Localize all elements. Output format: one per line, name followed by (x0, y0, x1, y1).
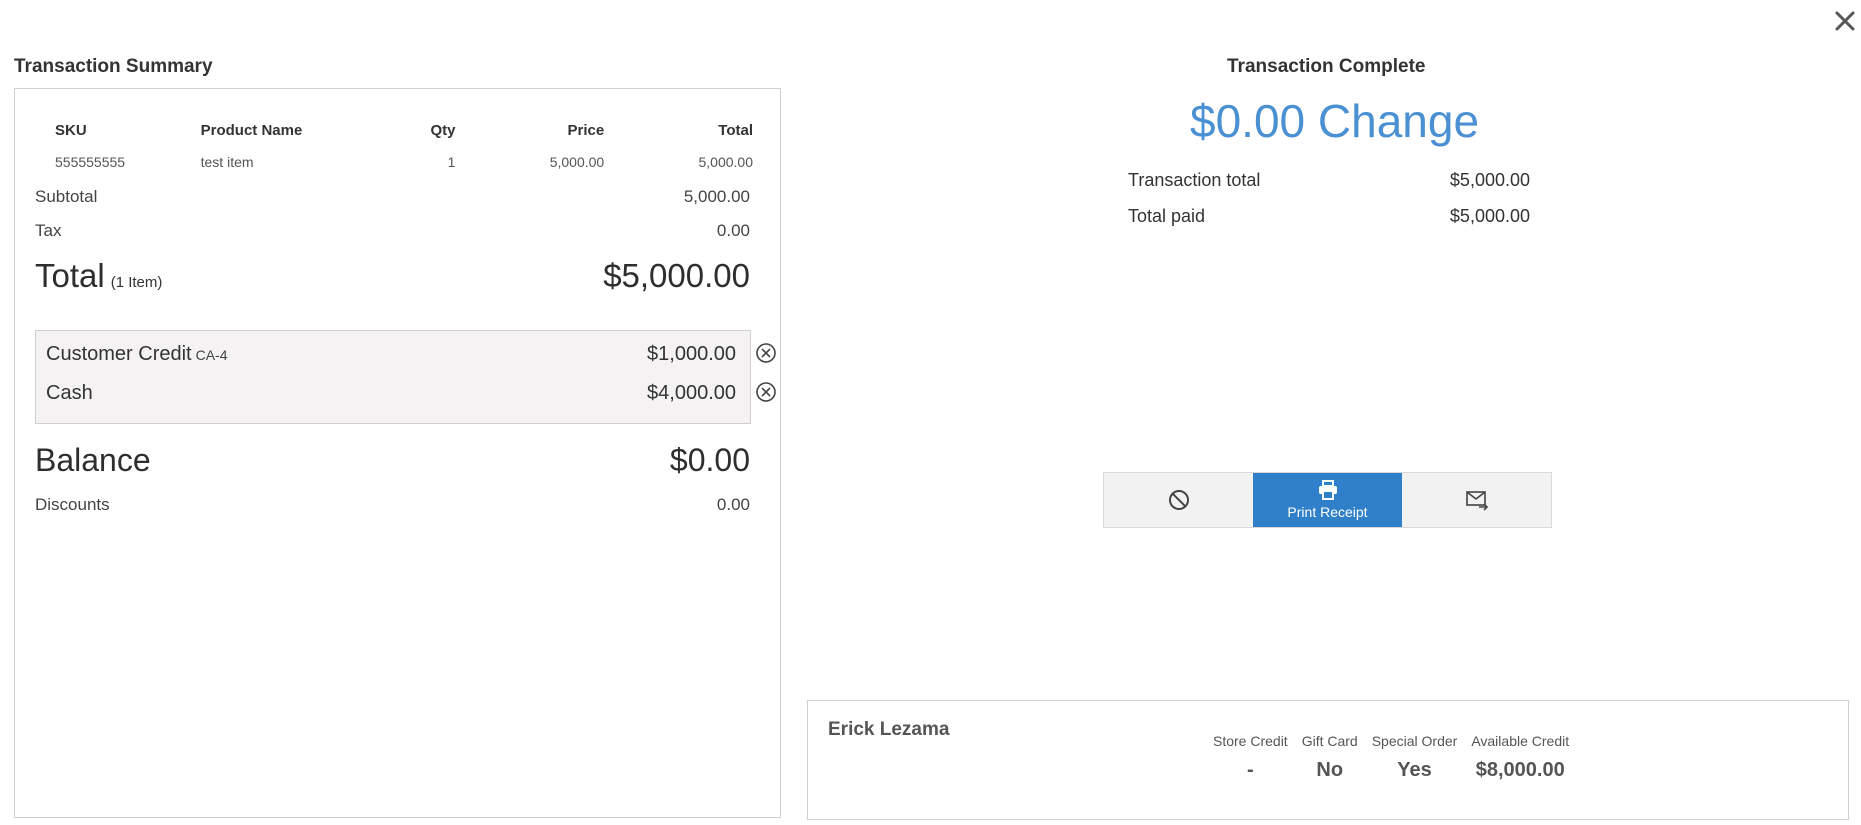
stat-label: Store Credit (1213, 733, 1288, 749)
email-send-icon (1465, 491, 1488, 511)
close-icon (1835, 11, 1855, 31)
table-row: 555555555 test item 1 5,000.00 5,000.00 (35, 145, 759, 179)
table-header-row: SKU Product Name Qty Price Total (35, 115, 759, 145)
balance-value: $0.00 (669, 442, 750, 478)
stat-label: Available Credit (1471, 733, 1570, 749)
total-paid-value: $5,000.00 (1449, 206, 1530, 226)
total-paid-label: Total paid (1128, 206, 1206, 226)
cell-qty: 1 (447, 154, 456, 170)
receipt-actions: Print Receipt (1103, 472, 1552, 528)
stat-available-credit: Available Credit $8,000.00 (1471, 733, 1569, 782)
payment-amount: $4,000.00 (647, 382, 736, 404)
transaction-total-value: $5,000.00 (1449, 170, 1530, 190)
subtotal-label: Subtotal (35, 187, 98, 206)
stat-special-order: Special Order Yes (1372, 733, 1458, 782)
close-button[interactable] (1830, 6, 1860, 36)
change-amount: $0.00 Change (1190, 95, 1480, 147)
total-paid-row: Total paid $5,000.00 (1128, 206, 1530, 227)
stat-label: Gift Card (1301, 733, 1358, 749)
stat-value: - (1247, 759, 1254, 781)
customer-name: Erick Lezama (828, 719, 950, 740)
cell-price: 5,000.00 (549, 154, 605, 170)
stat-label: Special Order (1371, 733, 1458, 749)
complete-title: Transaction Complete (1227, 56, 1426, 77)
print-receipt-label: Print Receipt (1287, 504, 1368, 520)
total-line: Total (1 Item) $5,000.00 (35, 257, 750, 295)
remove-payment-button[interactable] (755, 342, 777, 364)
discounts-line: Discounts 0.00 (35, 495, 750, 515)
payments-list: Customer Credit CA-4 $1,000.00 Cash $4,00… (35, 330, 751, 424)
summary-title: Transaction Summary (14, 56, 213, 77)
tax-label: Tax (35, 221, 62, 240)
column-header-price[interactable]: Price (461, 115, 610, 145)
customer-stats: Store Credit - Gift Card No Special Orde… (1213, 733, 1569, 782)
total-item-count: (1 Item) (110, 274, 163, 291)
subtotal-line: Subtotal 5,000.00 (35, 187, 750, 207)
stat-store-credit: Store Credit - (1213, 733, 1288, 782)
ban-icon (1168, 490, 1189, 510)
printer-icon (1318, 480, 1337, 500)
cell-total: 5,000.00 (698, 154, 754, 170)
column-header-sku[interactable]: SKU (35, 115, 181, 145)
column-header-qty[interactable]: Qty (357, 115, 461, 145)
balance-label: Balance (35, 442, 151, 478)
tax-line: Tax 0.00 (35, 221, 750, 241)
column-header-product-name[interactable]: Product Name (181, 115, 358, 145)
column-header-total[interactable]: Total (610, 115, 759, 145)
remove-circle-icon (756, 343, 776, 363)
stat-value: Yes (1397, 759, 1432, 781)
transaction-total-row: Transaction total $5,000.00 (1128, 170, 1530, 191)
tax-value: 0.00 (716, 221, 750, 240)
payment-row-customer-credit: Customer Credit CA-4 $1,000.00 (46, 343, 736, 366)
payment-method: Customer Credit (46, 343, 192, 365)
total-value: $5,000.00 (603, 257, 750, 294)
remove-payment-button[interactable] (755, 381, 777, 403)
cell-product-name: test item (200, 154, 254, 170)
discounts-value: 0.00 (716, 495, 750, 514)
remove-circle-icon (756, 382, 776, 402)
payment-method: Cash (46, 382, 93, 404)
total-label: Total (35, 257, 105, 294)
payment-amount: $1,000.00 (647, 343, 736, 365)
balance-line: Balance $0.00 (35, 442, 750, 479)
stat-gift-card: Gift Card No (1302, 733, 1358, 782)
summary-panel: SKU Product Name Qty Price Total 5555555… (14, 88, 781, 818)
subtotal-value: 5,000.00 (683, 187, 750, 206)
payment-row-cash: Cash $4,000.00 (46, 382, 736, 405)
email-receipt-button[interactable] (1402, 473, 1551, 527)
payment-reference: CA-4 (195, 347, 228, 363)
discounts-label: Discounts (35, 495, 110, 514)
transaction-total-label: Transaction total (1128, 170, 1261, 190)
print-receipt-button[interactable]: Print Receipt (1253, 473, 1402, 527)
items-table: SKU Product Name Qty Price Total 5555555… (35, 115, 759, 179)
cell-sku: 555555555 (55, 154, 126, 170)
customer-panel: Erick Lezama Store Credit - Gift Card No… (807, 700, 1849, 820)
no-receipt-button[interactable] (1104, 473, 1253, 527)
stat-value: $8,000.00 (1475, 759, 1565, 781)
stat-value: No (1316, 759, 1344, 781)
